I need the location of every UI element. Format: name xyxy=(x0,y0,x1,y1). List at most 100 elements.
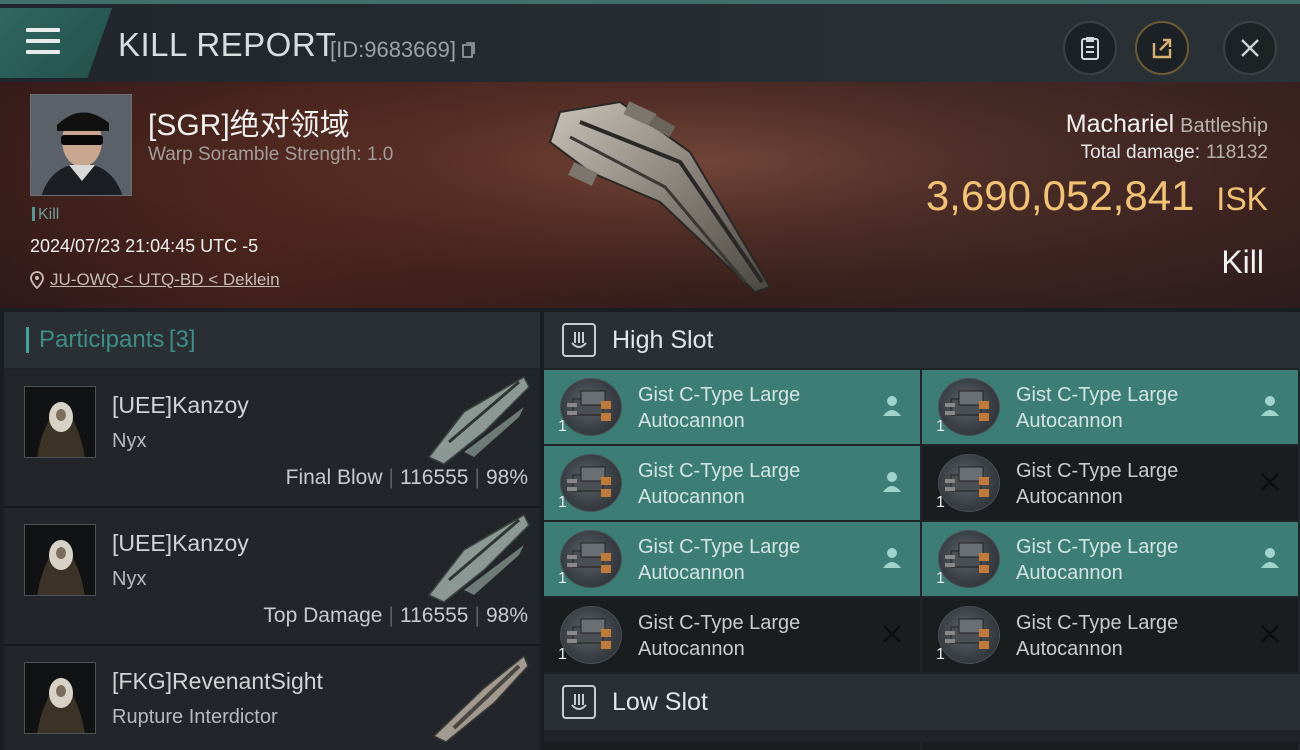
participant-name[interactable]: [UEE]Kanzoy xyxy=(112,392,249,419)
stat-divider: | xyxy=(474,466,480,489)
close-button[interactable] xyxy=(1223,21,1277,75)
participant-role: Final Blow xyxy=(285,466,383,489)
total-damage-label: Total damage: xyxy=(1080,142,1200,163)
participant-row[interactable]: i [FKG]RevenantSight Rupture Interdictor xyxy=(4,646,540,750)
share-button[interactable] xyxy=(1135,21,1189,75)
high-slot-item[interactable]: 1 Gist C-Type Large Autocannon xyxy=(544,446,920,520)
autocannon-icon xyxy=(938,378,1000,436)
item-quantity: 1 xyxy=(558,494,567,511)
low-slot-item-peek[interactable] xyxy=(544,742,920,750)
item-name-line2: Autocannon xyxy=(638,638,745,660)
item-quantity: 1 xyxy=(558,646,567,663)
low-slot-icon xyxy=(562,685,596,719)
helmet-portrait-icon xyxy=(25,663,95,733)
clipboard-button[interactable] xyxy=(1063,21,1117,75)
share-icon xyxy=(1152,38,1172,59)
stat-divider: | xyxy=(474,604,480,627)
item-name: Gist C-Type Large Autocannon xyxy=(638,610,800,662)
high-slot-item[interactable]: 1 Gist C-Type Large Autocannon xyxy=(922,446,1298,520)
high-slot-item[interactable]: 1 Gist C-Type Large Autocannon xyxy=(922,598,1298,672)
victim-ship-class: Battleship xyxy=(1180,115,1268,137)
victim-avatar[interactable] xyxy=(30,94,132,196)
participants-label: Participants xyxy=(39,326,165,353)
item-name: Gist C-Type Large Autocannon xyxy=(1016,382,1178,434)
participant-avatar[interactable] xyxy=(24,386,96,458)
autocannon-icon xyxy=(560,530,622,588)
high-slot-item[interactable]: 1 Gist C-Type Large Autocannon xyxy=(544,370,920,444)
victim-banner: [SGR]绝对领域 Warp Soramble Strength: 1.0 Ki… xyxy=(0,82,1300,308)
autocannon-icon xyxy=(938,454,1000,512)
total-damage-value: 118132 xyxy=(1206,142,1268,163)
destroyed-x-icon xyxy=(1258,470,1282,494)
item-name-line1: Gist C-Type Large xyxy=(638,460,801,482)
high-slot-header: High Slot xyxy=(544,312,1300,368)
kill-type-tag: Kill xyxy=(32,206,59,224)
item-quantity: 1 xyxy=(936,646,945,663)
participant-row[interactable]: [UEE]Kanzoy Nyx Top Damage | 116555 | 98% xyxy=(4,508,540,646)
participant-stats: Top Damage | 116555 | 98% xyxy=(263,604,528,628)
participant-ship: Nyx xyxy=(112,568,147,590)
title-bar: KILL REPORT [ID:9683669] xyxy=(0,0,1300,82)
participant-damage: 116555 xyxy=(399,466,469,489)
participant-ship: Rupture Interdictor xyxy=(112,706,278,728)
location-pin-icon xyxy=(30,271,44,289)
autocannon-icon xyxy=(938,606,1000,664)
fitting-panel: High Slot 1 Gist C-Type Large Autocannon 1 G… xyxy=(544,312,1300,750)
destroyed-x-icon xyxy=(1258,622,1282,646)
item-name: Gist C-Type Large Autocannon xyxy=(638,458,800,510)
dropped-person-icon xyxy=(880,546,904,570)
dropped-person-icon xyxy=(880,394,904,418)
item-quantity: 1 xyxy=(558,418,567,435)
clipboard-icon xyxy=(1081,37,1099,60)
kill-id-text: [ID:9683669] xyxy=(330,37,456,62)
menu-button[interactable] xyxy=(0,8,112,78)
participant-name[interactable]: [FKG]RevenantSight xyxy=(112,668,323,695)
copy-icon[interactable] xyxy=(462,42,476,58)
autocannon-icon xyxy=(560,454,622,512)
participant-avatar[interactable]: i xyxy=(24,662,96,734)
header-accent-bar xyxy=(26,327,29,353)
victim-ship-image xyxy=(548,100,772,294)
participant-avatar[interactable] xyxy=(24,524,96,596)
stat-divider: | xyxy=(388,604,394,627)
low-slot-item-peek[interactable] xyxy=(922,742,1298,750)
high-slot-item[interactable]: 1 Gist C-Type Large Autocannon xyxy=(922,370,1298,444)
item-name-line1: Gist C-Type Large xyxy=(1016,612,1179,634)
victim-ship-name: Machariel xyxy=(1065,110,1175,138)
item-name-line1: Gist C-Type Large xyxy=(638,384,801,406)
dropped-person-icon xyxy=(1258,546,1282,570)
warp-scramble-strength: Warp Soramble Strength: 1.0 xyxy=(148,144,394,165)
participants-count: [3] xyxy=(168,326,196,353)
dropped-person-icon xyxy=(1258,394,1282,418)
autocannon-icon xyxy=(560,606,622,664)
location-link[interactable]: JU-OWQ < UTQ-BD < Deklein xyxy=(50,270,280,290)
item-name: Gist C-Type Large Autocannon xyxy=(1016,534,1178,586)
item-name-line2: Autocannon xyxy=(1016,562,1123,584)
item-name-line2: Autocannon xyxy=(638,410,745,432)
autocannon-icon xyxy=(938,530,1000,588)
item-name-line2: Autocannon xyxy=(1016,410,1123,432)
participant-stats: Final Blow | 116555 | 98% xyxy=(286,466,528,490)
pilot-portrait-icon xyxy=(31,95,131,195)
victim-pilot-name[interactable]: [SGR]绝对领域 xyxy=(148,100,350,144)
high-slot-item[interactable]: 1 Gist C-Type Large Autocannon xyxy=(544,598,920,672)
victim-ship[interactable]: Machariel Battleship xyxy=(1066,110,1268,139)
participant-percent: 98% xyxy=(485,466,528,489)
kill-id[interactable]: [ID:9683669] xyxy=(330,37,476,63)
high-slot-item[interactable]: 1 Gist C-Type Large Autocannon xyxy=(544,522,920,596)
item-name-line1: Gist C-Type Large xyxy=(1016,384,1179,406)
item-quantity: 1 xyxy=(558,570,567,587)
participants-panel: Participants [3] [UEE]Kanzoy Nyx Final B… xyxy=(4,312,540,750)
autocannon-icon xyxy=(560,378,622,436)
high-slot-icon xyxy=(562,323,596,357)
info-badge: i xyxy=(95,713,96,733)
hamburger-icon xyxy=(26,28,60,58)
page-title: KILL REPORT xyxy=(118,26,337,63)
kill-location[interactable]: JU-OWQ < UTQ-BD < Deklein xyxy=(30,270,280,290)
high-slot-item[interactable]: 1 Gist C-Type Large Autocannon xyxy=(922,522,1298,596)
item-name: Gist C-Type Large Autocannon xyxy=(1016,458,1178,510)
item-name-line1: Gist C-Type Large xyxy=(638,536,801,558)
participant-name[interactable]: [UEE]Kanzoy xyxy=(112,530,249,557)
destroyed-x-icon xyxy=(880,622,904,646)
participant-row[interactable]: [UEE]Kanzoy Nyx Final Blow | 116555 | 98% xyxy=(4,370,540,508)
